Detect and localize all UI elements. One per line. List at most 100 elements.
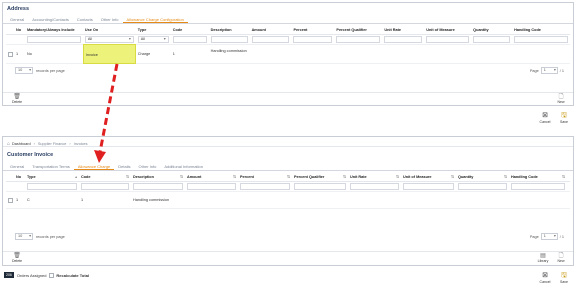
tab-additional-information[interactable]: Additional Information bbox=[160, 163, 207, 170]
page-select[interactable]: 1 ▾ bbox=[540, 233, 558, 240]
breadcrumb-dashboard[interactable]: Dashboard bbox=[12, 142, 31, 146]
cancel-button[interactable]: ⊠ Cancel bbox=[537, 112, 553, 124]
col-mandatory[interactable]: Mandatory/Always Include bbox=[25, 26, 83, 34]
recalculate-label: Recalculate Total bbox=[56, 272, 90, 278]
rows-per-page-select[interactable]: 10 ▾ bbox=[15, 233, 33, 240]
orders-assigned-bar: 206 Orders Assigned Recalculate Total bbox=[4, 272, 89, 278]
col-quantity[interactable]: Quantity ⇅ bbox=[456, 173, 509, 181]
library-button[interactable]: ▤ Library bbox=[535, 253, 551, 263]
col-handling-code[interactable]: Handling Code bbox=[512, 26, 570, 34]
filter-description[interactable] bbox=[133, 183, 183, 190]
col-use-on[interactable]: Use On bbox=[83, 26, 136, 34]
tab-general[interactable]: General bbox=[6, 163, 28, 170]
tab-details[interactable]: Details bbox=[114, 163, 134, 170]
cell-code: 1 bbox=[81, 198, 84, 202]
chevron-down-icon: ▾ bbox=[29, 234, 31, 238]
col-percent[interactable]: Percent ⇅ bbox=[238, 173, 292, 181]
col-no[interactable]: No bbox=[14, 173, 25, 181]
save-button[interactable]: 🖫 Save bbox=[556, 272, 572, 284]
col-no[interactable]: No bbox=[14, 26, 25, 34]
filter-unit-of-measure[interactable] bbox=[403, 183, 454, 190]
col-percent-qualifier[interactable]: Percent Qualifier ⇅ bbox=[292, 173, 348, 181]
tab-other-info[interactable]: Other Info bbox=[135, 163, 161, 170]
row-checkbox[interactable] bbox=[8, 51, 13, 57]
filter-percent-qualifier[interactable] bbox=[294, 183, 346, 190]
delete-button[interactable]: 🗑 Delete bbox=[9, 253, 25, 263]
col-amount[interactable]: Amount bbox=[250, 26, 292, 34]
col-unit-of-measure[interactable]: Unit of Measure bbox=[424, 26, 471, 34]
rows-per-page-select[interactable]: 10 ▾ bbox=[15, 67, 33, 74]
col-type[interactable]: Type bbox=[136, 26, 171, 34]
save-button[interactable]: 🖫 Save bbox=[556, 112, 572, 124]
col-handling-code[interactable]: Handling Code ⇅ bbox=[509, 173, 567, 181]
col-percent-qualifier[interactable]: Percent Qualifier bbox=[334, 26, 382, 34]
sort-up-icon: ▴ bbox=[75, 175, 77, 179]
filter-mandatory[interactable] bbox=[26, 36, 81, 43]
filter-handling-code[interactable] bbox=[514, 36, 568, 43]
tab-other-info[interactable]: Other Info bbox=[97, 16, 123, 23]
tab-accounting-contacts[interactable]: Accounting/Contacts bbox=[28, 16, 73, 23]
page-total: / 1 bbox=[559, 234, 564, 239]
tab-transportation-terms[interactable]: Transportation Terms bbox=[28, 163, 74, 170]
tab-allowance-charge-configuration[interactable]: Allowance Charge Configuration bbox=[122, 16, 188, 23]
filter-quantity[interactable] bbox=[473, 36, 511, 43]
table-row[interactable]: 1 C 1 Handling commission bbox=[6, 191, 570, 209]
filter-amount[interactable] bbox=[251, 36, 290, 43]
col-description-label: Description bbox=[133, 175, 154, 179]
new-button[interactable]: 🗋 New bbox=[553, 94, 569, 104]
new-button[interactable]: 🗋 New bbox=[553, 253, 569, 263]
sort-icon: ⇅ bbox=[125, 175, 129, 179]
col-unit-rate[interactable]: Unit Rate ⇅ bbox=[348, 173, 401, 181]
filter-percent[interactable] bbox=[240, 183, 290, 190]
delete-button[interactable]: 🗑 Delete bbox=[9, 94, 25, 104]
sort-icon: ⇅ bbox=[561, 175, 565, 179]
col-unit-rate[interactable]: Unit Rate bbox=[382, 26, 424, 34]
col-amount-label: Amount bbox=[187, 175, 202, 179]
filter-code[interactable] bbox=[172, 36, 207, 43]
col-quantity[interactable]: Quantity bbox=[471, 26, 512, 34]
table-row[interactable]: 1 No Invoice Charge 1 Handling commissio… bbox=[6, 44, 570, 64]
col-percent[interactable]: Percent bbox=[291, 26, 334, 34]
filter-percent[interactable] bbox=[293, 36, 333, 43]
filter-amount[interactable] bbox=[187, 183, 236, 190]
filter-unit-of-measure[interactable] bbox=[426, 36, 470, 43]
recalculate-checkbox[interactable] bbox=[49, 272, 55, 278]
col-amount[interactable]: Amount ⇅ bbox=[185, 173, 238, 181]
chevron-down-icon: ▾ bbox=[163, 37, 166, 41]
new-label: New bbox=[557, 100, 565, 104]
col-unit-of-measure[interactable]: Unit of Measure ⇅ bbox=[401, 173, 456, 181]
cell-quantity bbox=[456, 190, 509, 210]
filter-percent-qualifier[interactable] bbox=[336, 36, 381, 43]
filter-unit-rate[interactable] bbox=[384, 36, 423, 43]
col-description[interactable]: Description bbox=[209, 26, 250, 34]
page-select[interactable]: 1 ▾ bbox=[540, 67, 558, 74]
home-icon[interactable]: ⌂ bbox=[7, 141, 10, 147]
col-quantity-label: Quantity bbox=[458, 175, 474, 179]
filter-unit-rate[interactable] bbox=[350, 183, 399, 190]
row-checkbox[interactable] bbox=[8, 197, 13, 203]
col-description[interactable]: Description ⇅ bbox=[131, 173, 185, 181]
allowance-config-grid: No Mandatory/Always Include Use On Type … bbox=[6, 26, 570, 64]
breadcrumb-supplier-finance[interactable]: Supplier Finance bbox=[38, 142, 67, 146]
filter-use-on[interactable]: All ▾ bbox=[84, 36, 134, 43]
chevron-down-icon: ▾ bbox=[128, 37, 131, 41]
col-type[interactable]: Type ▴ bbox=[25, 173, 79, 181]
col-code[interactable]: Code bbox=[171, 26, 209, 34]
cancel-button[interactable]: ⊠ Cancel bbox=[537, 272, 553, 284]
filter-handling-code[interactable] bbox=[511, 183, 565, 190]
filter-type[interactable] bbox=[27, 183, 77, 190]
filter-type[interactable]: All ▾ bbox=[137, 36, 169, 43]
cancel-label: Cancel bbox=[539, 120, 551, 124]
save-icon: 🖫 bbox=[561, 272, 567, 279]
breadcrumb-bar: ⌂ Dashboard › Supplier Finance › Invoice… bbox=[3, 137, 573, 147]
filter-quantity[interactable] bbox=[458, 183, 507, 190]
col-code[interactable]: Code ⇅ bbox=[79, 173, 131, 181]
tab-contacts[interactable]: Contacts bbox=[73, 16, 97, 23]
filter-code[interactable] bbox=[81, 183, 129, 190]
breadcrumb-invoices[interactable]: Invoices bbox=[74, 142, 88, 146]
filter-description[interactable] bbox=[210, 36, 248, 43]
grid-header: No Mandatory/Always Include Use On Type … bbox=[6, 26, 570, 35]
tab-allowance-charge[interactable]: Allowance Charge bbox=[73, 163, 115, 170]
tab-general[interactable]: General bbox=[6, 16, 28, 23]
cell-use-on[interactable]: Invoice bbox=[82, 44, 136, 64]
